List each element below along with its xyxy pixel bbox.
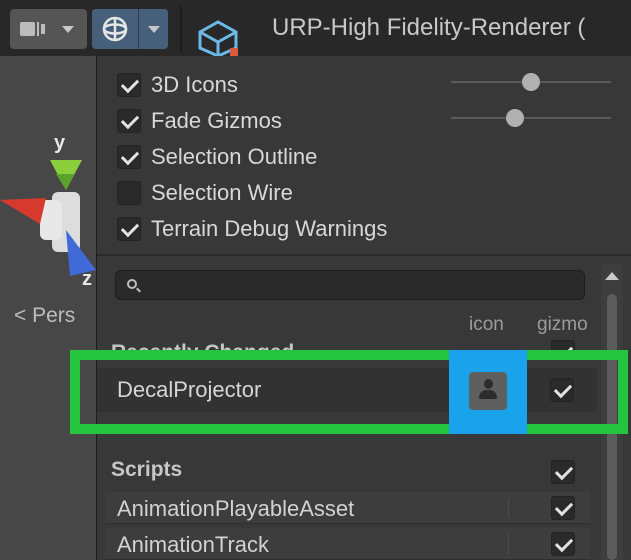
toolbar-divider [180, 6, 182, 52]
animation-track-gizmo-checkbox[interactable] [551, 532, 575, 556]
script-label: AnimationPlayableAsset [117, 496, 355, 521]
option-label: Selection Wire [151, 180, 293, 205]
option-label: Fade Gizmos [151, 108, 282, 133]
icon-column-header: icon [469, 314, 504, 335]
icon-size-slider[interactable] [451, 72, 611, 92]
terrain-debug-warnings-checkbox[interactable] [117, 217, 141, 241]
scripts-gizmo-checkbox[interactable] [551, 460, 575, 484]
fade-gizmos-slider[interactable] [451, 108, 611, 128]
option-terrain-debug-warnings[interactable]: Terrain Debug Warnings [117, 214, 387, 244]
script-label: AnimationTrack [117, 532, 270, 557]
option-3d-icons[interactable]: 3D Icons [117, 70, 238, 100]
gizmos-menu-toggle[interactable] [138, 9, 168, 49]
option-fade-gizmos[interactable]: Fade Gizmos [117, 106, 282, 136]
projection-toggle[interactable]: < Pers [14, 304, 75, 328]
slider-handle[interactable] [506, 109, 524, 127]
list-item[interactable]: AnimationTrack [105, 528, 590, 560]
person-icon [478, 379, 498, 401]
render-pipeline-asset-icon [198, 20, 238, 56]
fade-gizmos-checkbox[interactable] [117, 109, 141, 133]
gizmos-dropdown-button[interactable] [92, 9, 168, 49]
column-divider [508, 498, 509, 518]
option-label: 3D Icons [151, 72, 238, 97]
slider-track [451, 117, 611, 119]
3d-icons-checkbox[interactable] [117, 73, 141, 97]
animation-playable-asset-gizmo-checkbox[interactable] [551, 496, 575, 520]
option-selection-wire[interactable]: Selection Wire [117, 178, 293, 208]
scripts-header[interactable]: Scripts [111, 458, 182, 482]
scroll-up-arrow-icon[interactable] [605, 272, 619, 280]
menu-divider [97, 254, 631, 256]
gizmos-toggle[interactable] [92, 9, 138, 49]
decal-projector-gizmo-checkbox[interactable] [550, 378, 574, 402]
search-icon [127, 279, 137, 289]
chevron-down-icon [62, 26, 74, 33]
gizmos-menu-panel: 3D Icons Fade Gizmos Selection Outline S… [96, 56, 631, 560]
camera-icon [20, 22, 45, 36]
scene-toolbar: URP-High Fidelity-Renderer ( [0, 0, 631, 56]
camera-dropdown-button[interactable] [10, 9, 87, 49]
scene-view[interactable]: y z < Pers [0, 56, 96, 560]
selection-outline-checkbox[interactable] [117, 145, 141, 169]
pipeline-asset-title: URP-High Fidelity-Renderer ( [272, 14, 586, 41]
option-selection-outline[interactable]: Selection Outline [117, 142, 317, 172]
gizmo-column-header: gizmo [537, 314, 588, 335]
chevron-down-icon [148, 26, 160, 33]
row-highlight-box [70, 350, 628, 434]
option-label: Selection Outline [151, 144, 318, 169]
list-item[interactable]: AnimationPlayableAsset [105, 492, 590, 524]
column-divider [508, 534, 509, 554]
axis-z-label: z [82, 268, 92, 290]
search-input[interactable] [115, 270, 585, 300]
selection-wire-checkbox[interactable] [117, 181, 141, 205]
orientation-gizmo[interactable] [0, 100, 96, 290]
option-label: Terrain Debug Warnings [151, 216, 388, 241]
decal-projector-icon-button[interactable] [469, 372, 507, 410]
axis-y-label: y [54, 132, 66, 154]
gizmo-globe-icon [102, 16, 128, 42]
slider-handle[interactable] [522, 73, 540, 91]
